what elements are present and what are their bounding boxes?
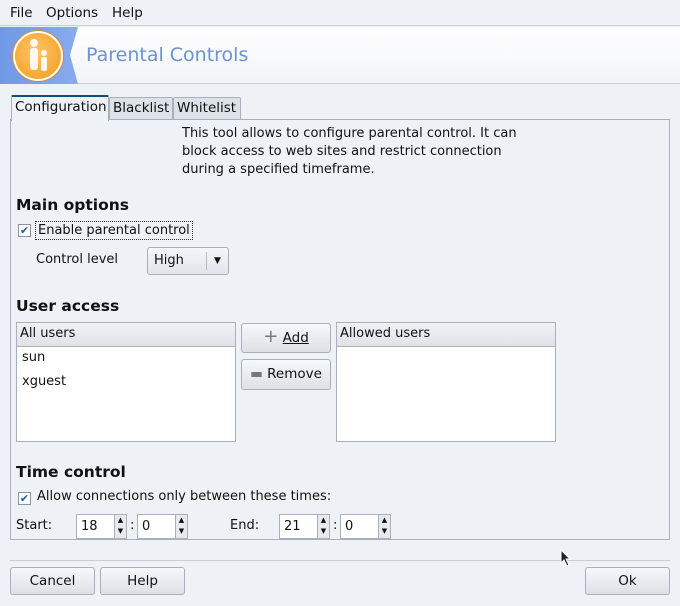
end-hour-spinbox[interactable]: 21 ▲ ▼ bbox=[279, 514, 330, 539]
list-item[interactable]: sun bbox=[17, 347, 235, 371]
mouse-cursor-icon bbox=[560, 549, 572, 567]
start-hour-spinbox[interactable]: 18 ▲ ▼ bbox=[76, 514, 127, 539]
tab-whitelist[interactable]: Whitelist bbox=[173, 97, 241, 120]
end-hour-value: 21 bbox=[284, 519, 301, 534]
all-users-list[interactable]: All users sun xguest bbox=[16, 322, 236, 442]
add-button[interactable]: + Add bbox=[241, 323, 331, 353]
help-button[interactable]: Help bbox=[100, 567, 185, 595]
control-level-label: Control level bbox=[36, 252, 119, 267]
spin-arrows-icon[interactable]: ▲ ▼ bbox=[317, 515, 329, 538]
remove-button[interactable]: ▬ Remove bbox=[241, 359, 331, 390]
cancel-button[interactable]: Cancel bbox=[10, 567, 95, 595]
list-item[interactable]: xguest bbox=[17, 371, 235, 395]
end-minute-spinbox[interactable]: 0 ▲ ▼ bbox=[340, 514, 391, 539]
enable-parental-control-checkbox[interactable]: ✔ bbox=[18, 224, 31, 237]
menu-options[interactable]: Options bbox=[46, 5, 98, 21]
end-label: End: bbox=[230, 518, 260, 533]
control-level-value: High bbox=[154, 253, 184, 268]
user-access-heading: User access bbox=[16, 297, 120, 315]
spin-arrows-icon[interactable]: ▲ ▼ bbox=[378, 515, 390, 538]
main-options-heading: Main options bbox=[16, 196, 130, 214]
start-label: Start: bbox=[16, 518, 53, 533]
allowed-users-list[interactable]: Allowed users bbox=[336, 322, 556, 442]
description-text: This tool allows to configure parental c… bbox=[182, 126, 517, 177]
tab-blacklist[interactable]: Blacklist bbox=[109, 97, 173, 120]
start-minute-value: 0 bbox=[142, 519, 151, 534]
add-label: Add bbox=[282, 330, 309, 346]
minus-icon: ▬ bbox=[250, 366, 263, 382]
start-hour-value: 18 bbox=[81, 519, 98, 534]
plus-icon: + bbox=[263, 326, 279, 347]
spin-arrows-icon[interactable]: ▲ ▼ bbox=[114, 515, 126, 538]
parental-controls-logo-icon bbox=[13, 31, 63, 81]
menu-help[interactable]: Help bbox=[112, 5, 143, 21]
time-control-heading: Time control bbox=[16, 463, 126, 481]
control-level-select[interactable]: High ▼ bbox=[147, 247, 229, 275]
allow-connections-label[interactable]: Allow connections only between these tim… bbox=[37, 489, 331, 504]
allow-connections-checkbox[interactable]: ✔ bbox=[18, 492, 31, 505]
all-users-header[interactable]: All users bbox=[17, 323, 235, 347]
colon: : bbox=[130, 518, 135, 533]
end-minute-value: 0 bbox=[345, 519, 354, 534]
remove-label: Remove bbox=[267, 366, 322, 382]
chevron-down-icon: ▼ bbox=[206, 252, 228, 270]
spin-arrows-icon[interactable]: ▲ ▼ bbox=[175, 515, 187, 538]
menu-file[interactable]: File bbox=[10, 5, 33, 21]
page-title: Parental Controls bbox=[86, 44, 249, 66]
allowed-users-header[interactable]: Allowed users bbox=[337, 323, 555, 347]
tab-configuration[interactable]: Configuration bbox=[11, 95, 109, 121]
start-minute-spinbox[interactable]: 0 ▲ ▼ bbox=[137, 514, 188, 539]
colon: : bbox=[333, 518, 338, 533]
ok-button[interactable]: Ok bbox=[585, 567, 670, 595]
menu-bar: File Options Help bbox=[0, 0, 680, 26]
enable-parental-control-label[interactable]: Enable parental control bbox=[35, 221, 193, 240]
